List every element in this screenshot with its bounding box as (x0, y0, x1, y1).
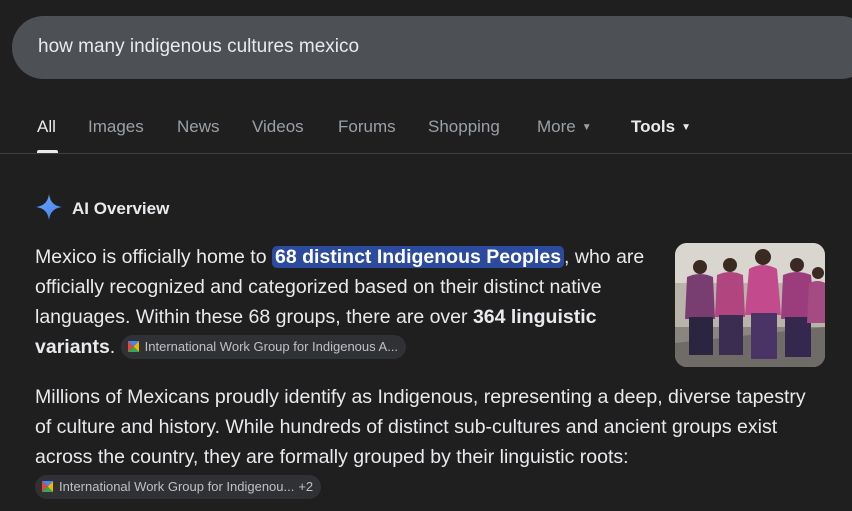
photo-image (675, 243, 825, 367)
tab-more[interactable]: More ▼ (537, 117, 592, 137)
tab-images[interactable]: Images (88, 117, 144, 137)
ai-overview-paragraph-1: Mexico is officially home to 68 distinct… (35, 242, 650, 362)
chevron-down-icon: ▼ (681, 122, 691, 133)
source-chip-label: International Work Group for Indigenous … (144, 339, 399, 354)
tabs-divider (0, 153, 852, 154)
tab-more-label: More (537, 117, 576, 136)
tab-tools[interactable]: Tools ▼ (631, 117, 691, 137)
tab-all[interactable]: All (37, 117, 56, 137)
tab-tools-label: Tools (631, 117, 676, 136)
sparkle-icon (36, 194, 62, 220)
ai-overview-paragraph-2: Millions of Mexicans proudly identify as… (35, 382, 825, 502)
iwgia-favicon-icon (42, 481, 53, 492)
source-chip[interactable]: International Work Group for Indigenou..… (35, 475, 322, 499)
chevron-down-icon: ▼ (581, 122, 592, 133)
tab-news[interactable]: News (177, 117, 220, 137)
p2-text: Millions of Mexicans proudly identify as… (35, 386, 806, 468)
more-sources-count: +2 (298, 479, 314, 494)
tab-shopping[interactable]: Shopping (428, 117, 500, 137)
source-chip-label: International Work Group for Indigenou..… (59, 479, 295, 494)
p1-text-start: Mexico is officially home to (35, 246, 272, 268)
p1-text-end: . (109, 336, 116, 358)
tab-videos[interactable]: Videos (252, 117, 304, 137)
indigenous-women-photo[interactable] (675, 243, 825, 367)
iwgia-favicon-icon (127, 341, 139, 352)
search-query-text[interactable]: how many indigenous cultures mexico (38, 36, 359, 58)
tab-forums[interactable]: Forums (338, 117, 396, 137)
ai-overview-title: AI Overview (72, 199, 170, 218)
search-tabs: All Images News Videos Forums Shopping M… (0, 110, 852, 154)
search-bar[interactable]: how many indigenous cultures mexico (12, 16, 852, 79)
highlighted-answer: 68 distinct Indigenous Peoples (271, 246, 565, 268)
source-chip[interactable]: International Work Group for Indigenous … (120, 335, 407, 359)
